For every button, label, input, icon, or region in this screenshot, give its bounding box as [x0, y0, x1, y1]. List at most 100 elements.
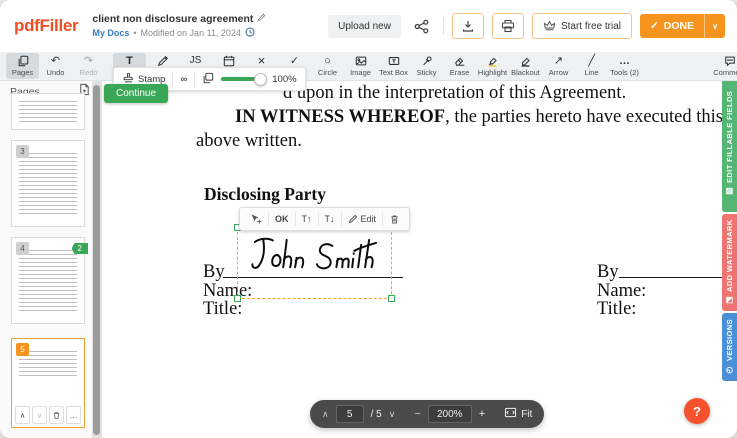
thumbnail-text-lines — [19, 250, 77, 312]
duplicate-icon[interactable] — [202, 72, 214, 87]
slider-knob[interactable] — [254, 73, 267, 86]
upload-new-button[interactable]: Upload new — [328, 15, 401, 38]
tool-circle[interactable]: ○ Circle — [311, 53, 344, 79]
cross-icon: × — [258, 55, 266, 67]
fit-icon — [504, 407, 517, 421]
calendar-icon — [223, 55, 235, 67]
fit-to-width-button[interactable]: Fit — [504, 407, 532, 421]
font-size-down-button[interactable]: T↓ — [318, 212, 341, 226]
start-free-trial-button[interactable]: Start free trial — [532, 13, 632, 39]
edit-fields-icon: ▨ — [725, 187, 734, 196]
document-text-line: d upon in the interpretation of this Agr… — [283, 83, 626, 104]
zoom-out-button[interactable]: − — [414, 408, 420, 420]
versions-clock-icon: ◷ — [725, 365, 734, 374]
history-clock-icon[interactable] — [245, 27, 255, 39]
tool-more-tools[interactable]: … Tools (2) — [608, 53, 641, 79]
signature-selection[interactable] — [237, 227, 392, 299]
page-thumbnail-4[interactable]: 4 2 — [11, 237, 85, 324]
main-toolbar: Pages ↶ Undo ↷ Redo T Text Sign JS Initi… — [0, 52, 737, 81]
eraser-icon — [454, 55, 466, 67]
pdffiller-app: pdfFiller client non disclosure agreemen… — [0, 0, 737, 438]
header: pdfFiller client non disclosure agreemen… — [0, 0, 737, 52]
current-page-input[interactable]: 5 — [336, 405, 364, 423]
document-title: client non disclosure agreement — [92, 13, 253, 25]
tool-arrow[interactable]: ↗ Arrow — [542, 53, 575, 79]
tool-image[interactable]: Image — [344, 53, 377, 79]
tool-line[interactable]: ╱ Line — [575, 53, 608, 79]
above-written-line: above written. — [196, 131, 302, 152]
scrollbar-thumb[interactable] — [93, 85, 100, 435]
divider — [194, 72, 195, 86]
tab-add-watermark[interactable]: ◪ ADD WATERMARK — [722, 214, 737, 311]
pdffiller-logo: pdfFiller — [14, 16, 78, 36]
print-button[interactable] — [492, 13, 524, 39]
done-dropdown-caret[interactable]: ∨ — [705, 14, 725, 38]
thumbnail-controls: ∧ ∨ … — [15, 406, 81, 424]
sidebar-scrollbar — [92, 80, 101, 438]
move-page-up-button[interactable]: ∧ — [15, 406, 30, 424]
total-pages: / 5 — [371, 409, 382, 420]
tool-pages[interactable]: Pages — [6, 53, 39, 79]
link-fields-button[interactable]: ∞ — [180, 74, 187, 85]
move-page-down-button[interactable]: ∨ — [32, 406, 47, 424]
by-label-right: By — [597, 262, 619, 283]
document-canvas[interactable]: d upon in the interpretation of this Agr… — [101, 80, 722, 438]
text-icon: T — [126, 55, 133, 67]
done-check-icon: ✓ — [650, 20, 659, 32]
tool-comment[interactable]: Comment — [713, 53, 737, 79]
check-icon: ✓ — [290, 55, 299, 67]
breadcrumb-my-docs[interactable]: My Docs — [92, 28, 129, 38]
tab-edit-fillable-fields[interactable]: ▨ EDIT FILLABLE FIELDS — [722, 75, 737, 212]
download-button[interactable] — [452, 13, 484, 39]
blackout-marker-icon — [520, 55, 532, 67]
page-thumbnail-2[interactable] — [11, 93, 85, 130]
resize-handle[interactable] — [388, 295, 395, 302]
tool-redo[interactable]: ↷ Redo — [72, 53, 105, 79]
tool-sticky[interactable]: Sticky — [410, 53, 443, 79]
initials-icon: JS — [190, 55, 202, 67]
size-slider[interactable] — [221, 77, 265, 81]
crown-icon — [543, 19, 556, 34]
rename-pencil-icon[interactable] — [257, 13, 266, 25]
signature-line-right — [619, 277, 722, 278]
thumbnail-text-lines — [19, 153, 77, 215]
tool-erase[interactable]: Erase — [443, 53, 476, 79]
help-button[interactable]: ? — [684, 398, 710, 424]
font-size-up-button[interactable]: T↑ — [295, 212, 318, 226]
divider — [172, 72, 173, 86]
text-box-icon — [388, 55, 400, 67]
continue-button[interactable]: Continue — [104, 84, 168, 103]
tool-undo[interactable]: ↶ Undo — [39, 53, 72, 79]
page-more-options-button[interactable]: … — [66, 406, 81, 424]
signature-john-smith[interactable] — [240, 230, 389, 275]
zoom-in-button[interactable]: + — [479, 408, 485, 420]
signature-edit-button[interactable]: Edit — [341, 212, 383, 226]
watermark-icon: ◪ — [725, 296, 734, 305]
move-handle[interactable] — [243, 211, 268, 227]
tab-versions[interactable]: ◷ VERSIONS — [722, 313, 737, 381]
resize-handle[interactable] — [234, 295, 241, 302]
delete-page-button[interactable] — [49, 406, 64, 424]
tool-blackout[interactable]: Blackout — [509, 53, 542, 79]
thumbnail-text-lines — [19, 101, 77, 123]
undo-icon: ↶ — [51, 55, 60, 67]
signature-delete-button[interactable] — [382, 212, 406, 227]
tool-highlight[interactable]: Highlight — [476, 53, 509, 79]
page-thumbnail-3[interactable]: 3 — [11, 140, 85, 227]
witness-line: IN WITNESS WHEREOF, the parties hereto h… — [235, 107, 722, 128]
document-meta: client non disclosure agreement My Docs … — [92, 13, 266, 39]
previous-page-chevron[interactable]: ∧ — [322, 409, 329, 420]
arrow-icon: ↗ — [554, 55, 563, 67]
header-actions: Upload new Start free trial ✓DONE ∨ — [328, 13, 737, 39]
signature-ok-button[interactable]: OK — [268, 212, 295, 226]
tool-text-box[interactable]: Text Box — [377, 53, 410, 79]
next-page-chevron[interactable]: ∨ — [389, 409, 396, 420]
done-button[interactable]: ✓DONE ∨ — [640, 14, 725, 38]
zoom-level-input[interactable]: 200% — [428, 405, 472, 423]
image-icon — [355, 55, 367, 67]
pagination-bar: ∧ 5 / 5 ∨ − 200% + Fit — [310, 400, 544, 428]
share-button[interactable] — [409, 15, 435, 37]
breadcrumb-dot: • — [133, 28, 136, 38]
page-thumbnail-5-selected[interactable]: 5 ∧ ∨ … — [11, 338, 85, 428]
fields-count-flag: 2 — [72, 243, 88, 254]
